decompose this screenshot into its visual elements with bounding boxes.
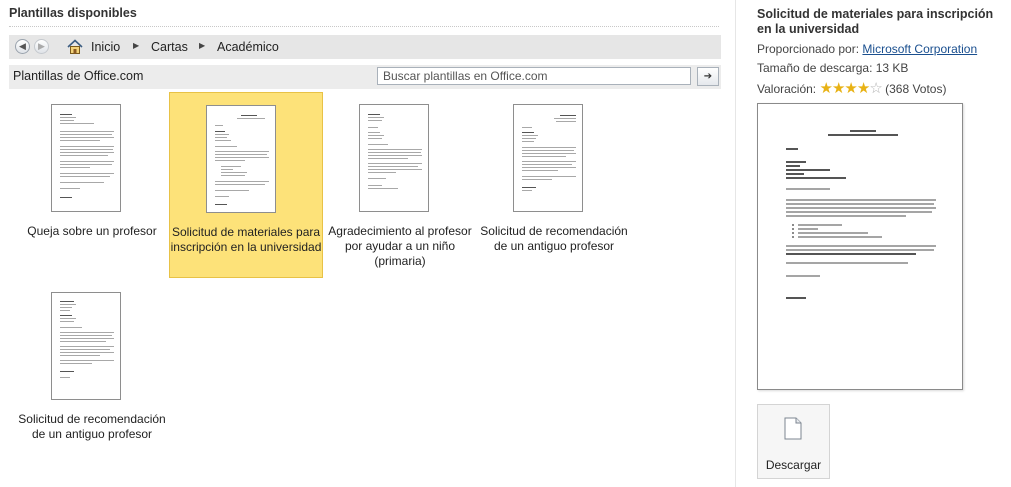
download-label: Descargar xyxy=(765,458,822,472)
back-button[interactable]: ◀ xyxy=(15,39,30,54)
search-input[interactable] xyxy=(377,67,691,85)
star-icon: ★ xyxy=(819,80,833,97)
chevron-right-icon: ▶ xyxy=(199,41,206,50)
template-caption: Queja sobre un profesor xyxy=(27,224,157,238)
breadcrumb-bar: ◀ ▶ Inicio ▶ Cartas ▶ Académico xyxy=(9,35,721,59)
template-title: Solicitud de materiales para inscripción… xyxy=(757,7,994,36)
search-go-button[interactable]: ➔ xyxy=(697,67,719,86)
rating-line: Valoración: ★★★★☆ (368 Votos) xyxy=(757,79,946,97)
template-thumbnail xyxy=(206,105,276,213)
star-icon: ★ xyxy=(844,80,857,97)
details-panel: Solicitud de materiales para inscripción… xyxy=(735,0,1011,487)
section-title: Plantillas disponibles xyxy=(9,6,137,20)
rating-stars: ★★★★☆ xyxy=(819,80,883,97)
download-size: Tamaño de descarga: 13 KB xyxy=(757,61,909,75)
template-tile[interactable]: Solicitud de recomendación de un antiguo… xyxy=(15,280,169,466)
template-tile[interactable]: Queja sobre un profesor xyxy=(15,92,169,278)
breadcrumb-inicio[interactable]: Inicio xyxy=(91,40,120,54)
star-icon: ★ xyxy=(856,80,870,97)
forward-button[interactable]: ▶ xyxy=(34,39,49,54)
document-icon xyxy=(784,417,802,440)
template-tile[interactable]: Solicitud de recomendación de un antiguo… xyxy=(477,92,631,278)
template-thumbnail xyxy=(513,104,583,212)
template-thumbnail xyxy=(51,104,121,212)
template-caption: Solicitud de materiales para inscripción… xyxy=(170,225,322,254)
template-caption: Solicitud de recomendación de un antiguo… xyxy=(480,224,628,253)
breadcrumb-cartas[interactable]: Cartas xyxy=(151,40,188,54)
provider-line: Proporcionado por: Microsoft Corporation xyxy=(757,42,977,56)
template-thumbnail xyxy=(51,292,121,400)
chevron-right-icon: ▶ xyxy=(133,41,140,50)
rating-label: Valoración: xyxy=(757,82,817,96)
star-empty-icon: ☆ xyxy=(869,80,882,97)
template-thumbnail xyxy=(359,104,429,212)
rating-votes: (368 Votos) xyxy=(885,82,947,96)
template-preview xyxy=(757,103,963,390)
home-icon[interactable] xyxy=(66,38,84,56)
download-button[interactable]: Descargar xyxy=(757,404,830,479)
divider xyxy=(9,26,719,27)
template-tile-selected[interactable]: Solicitud de materiales para inscripción… xyxy=(169,92,323,278)
template-caption: Agradecimiento al profesor por ayudar a … xyxy=(328,224,472,268)
breadcrumb-academico[interactable]: Académico xyxy=(217,40,279,54)
provider-link[interactable]: Microsoft Corporation xyxy=(862,42,977,56)
office-bar: Plantillas de Office.com ➔ xyxy=(9,65,721,89)
templates-panel: Plantillas disponibles ◀ ▶ Inicio ▶ Cart… xyxy=(0,0,730,487)
star-icon: ★ xyxy=(831,80,845,97)
office-label: Plantillas de Office.com xyxy=(13,69,144,83)
provider-label: Proporcionado por: xyxy=(757,42,860,56)
template-tile[interactable]: Agradecimiento al profesor por ayudar a … xyxy=(323,92,477,278)
template-caption: Solicitud de recomendación de un antiguo… xyxy=(18,412,166,441)
